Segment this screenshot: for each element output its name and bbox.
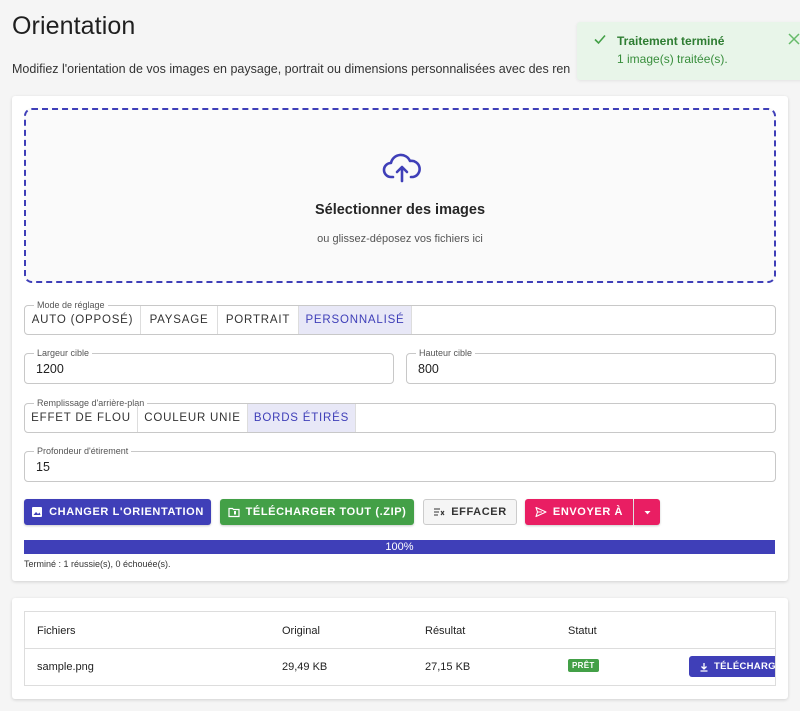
image-icon [32, 507, 43, 517]
width-field[interactable]: Largeur cible 1200 [24, 348, 394, 384]
row-divider [25, 648, 775, 649]
header-result: Résultat [425, 625, 466, 637]
download-file-label: TÉLÉCHARGER [714, 661, 776, 672]
fill-option-couleur[interactable]: COULEUR UNIE [138, 404, 248, 432]
mode-option-paysage[interactable]: PAYSAGE [141, 306, 218, 334]
change-orientation-label: CHANGER L'ORIENTATION [49, 506, 204, 518]
toast-title: Traitement terminé [617, 34, 725, 48]
success-toast: Traitement terminé 1 image(s) traitée(s)… [577, 22, 800, 80]
dropzone-title: Sélectionner des images [314, 202, 486, 218]
depth-value: 15 [36, 460, 50, 474]
page-subtitle: Modifiez l'orientation de vos images en … [12, 62, 571, 76]
files-table: Fichiers Original Résultat Statut sample… [24, 611, 776, 686]
progress-status: Terminé : 1 réussie(s), 0 échouée(s). [24, 559, 171, 569]
clear-icon [434, 508, 445, 516]
mode-option-portrait[interactable]: PORTRAIT [218, 306, 299, 334]
progress-bar: 100% [24, 540, 775, 554]
header-status: Statut [568, 625, 597, 637]
files-card: Fichiers Original Résultat Statut sample… [12, 598, 788, 699]
mode-toggle-group: Mode de réglage AUTO (OPPOSÉ) PAYSAGE PO… [24, 300, 776, 335]
change-orientation-button[interactable]: CHANGER L'ORIENTATION [24, 499, 211, 525]
depth-label: Profondeur d'étirement [34, 446, 132, 457]
send-icon [535, 506, 547, 518]
download-all-label: TÉLÉCHARGER TOUT (.ZIP) [245, 506, 407, 518]
download-all-button[interactable]: TÉLÉCHARGER TOUT (.ZIP) [220, 499, 414, 525]
caret-down-icon [644, 510, 650, 514]
mode-option-auto[interactable]: AUTO (OPPOSÉ) [25, 306, 141, 334]
fill-option-bords[interactable]: BORDS ÉTIRÉS [248, 404, 356, 432]
close-icon[interactable] [787, 32, 800, 46]
height-value: 800 [418, 362, 439, 376]
dropzone[interactable]: Sélectionner des images ou glissez-dépos… [24, 108, 776, 283]
folder-zip-icon [227, 507, 240, 518]
width-label: Largeur cible [34, 348, 93, 359]
height-field[interactable]: Hauteur cible 800 [406, 348, 776, 384]
cell-file: sample.png [37, 661, 94, 673]
toast-message: 1 image(s) traitée(s). [617, 52, 728, 66]
mode-option-personnalise[interactable]: PERSONNALISÉ [299, 306, 412, 334]
cell-original: 29,49 KB [282, 661, 328, 673]
clear-label: EFFACER [451, 506, 507, 518]
send-to-button[interactable]: ENVOYER À [525, 499, 633, 525]
cloud-upload-icon [382, 153, 421, 183]
height-label: Hauteur cible [416, 348, 476, 359]
dropzone-subtitle: ou glissez-déposez vos fichiers ici [317, 233, 483, 245]
fill-option-flou[interactable]: EFFET DE FLOU [25, 404, 138, 432]
progress-label: 100% [385, 541, 414, 553]
status-badge: PRÊT [568, 659, 599, 672]
download-file-button[interactable]: TÉLÉCHARGER [689, 656, 776, 677]
page-title: Orientation [12, 12, 136, 40]
width-value: 1200 [36, 362, 64, 376]
clear-button[interactable]: EFFACER [423, 499, 517, 525]
fill-toggle-group: Remplissage d'arrière-plan EFFET DE FLOU… [24, 398, 776, 433]
header-original: Original [282, 625, 320, 637]
cell-result: 27,15 KB [425, 661, 471, 673]
check-icon [594, 34, 606, 45]
settings-card: Sélectionner des images ou glissez-dépos… [12, 96, 788, 581]
send-to-dropdown-button[interactable] [634, 499, 660, 525]
header-files: Fichiers [37, 625, 76, 637]
depth-field[interactable]: Profondeur d'étirement 15 [24, 446, 776, 482]
send-to-label: ENVOYER À [552, 506, 624, 518]
download-icon [700, 662, 708, 672]
